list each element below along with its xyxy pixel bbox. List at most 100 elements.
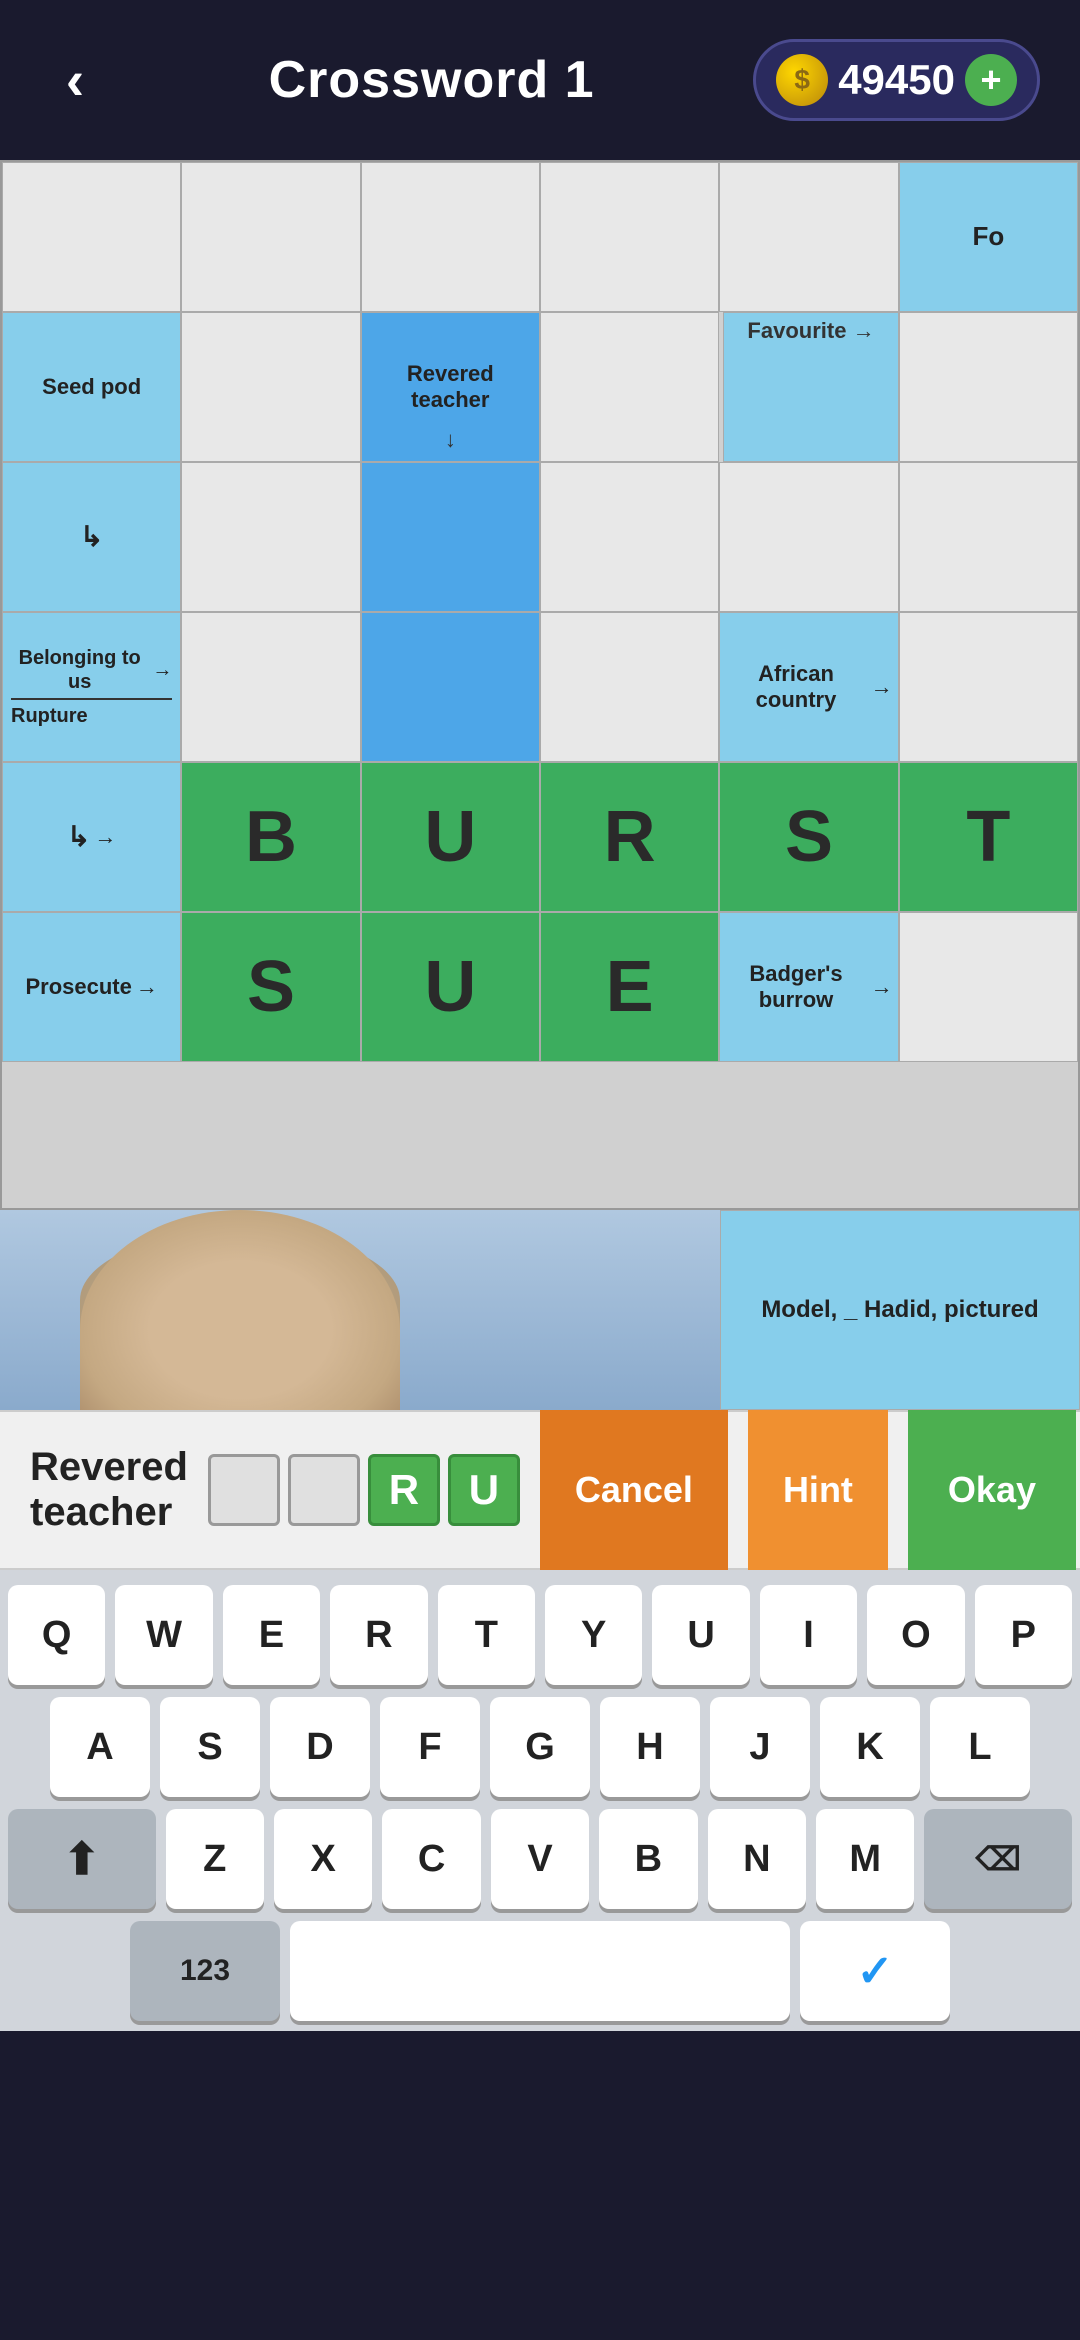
- active-clue-text: Revered teacher: [30, 1445, 188, 1535]
- cell-r3c4[interactable]: [540, 462, 719, 612]
- cell-r4c4[interactable]: [540, 612, 719, 762]
- key-S[interactable]: S: [160, 1697, 260, 1797]
- letter-U: U: [424, 796, 476, 878]
- cell-prosecute[interactable]: Prosecute →: [2, 912, 181, 1062]
- cell-r3c6[interactable]: [899, 462, 1078, 612]
- cell-r1c6-truncated: Fo: [899, 162, 1078, 312]
- key-N[interactable]: N: [708, 1809, 806, 1909]
- cell-B[interactable]: B: [181, 762, 360, 912]
- key-Y[interactable]: Y: [545, 1585, 642, 1685]
- answer-boxes: R U: [208, 1454, 520, 1526]
- key-Z[interactable]: Z: [166, 1809, 264, 1909]
- key-X[interactable]: X: [274, 1809, 372, 1909]
- cell-r1c4[interactable]: [540, 162, 719, 312]
- add-coins-button[interactable]: +: [965, 54, 1017, 106]
- cell-r3c1-arrow: ↳: [2, 462, 181, 612]
- key-Q[interactable]: Q: [8, 1585, 105, 1685]
- hint-button[interactable]: Hint: [748, 1410, 888, 1570]
- key-D[interactable]: D: [270, 1697, 370, 1797]
- cell-model-hadid[interactable]: Model, _ Hadid, pictured: [720, 1210, 1080, 1410]
- key-O[interactable]: O: [867, 1585, 964, 1685]
- rupture-divider: [11, 698, 172, 700]
- cell-r4c3-active[interactable]: [361, 612, 540, 762]
- cell-U2[interactable]: U: [361, 912, 540, 1062]
- cell-african-country[interactable]: African country →: [719, 612, 898, 762]
- cell-r2c6[interactable]: [899, 312, 1078, 462]
- belonging-label: Belonging to us →: [11, 646, 172, 694]
- key-P[interactable]: P: [975, 1585, 1072, 1685]
- cell-r6c6[interactable]: [899, 912, 1078, 1062]
- key-B[interactable]: B: [599, 1809, 697, 1909]
- grid-container: Fo Seed pod Revered teacher Favourite → …: [0, 160, 1080, 1210]
- answer-box-3[interactable]: R: [368, 1454, 440, 1526]
- african-country-label: African country: [725, 661, 866, 714]
- cell-S[interactable]: S: [719, 762, 898, 912]
- letter-U2: U: [424, 946, 476, 1028]
- space-key[interactable]: [290, 1921, 790, 2021]
- letter-S2: S: [247, 946, 295, 1028]
- answer-box-4[interactable]: U: [448, 1454, 520, 1526]
- favourite-arrow: →: [853, 318, 875, 343]
- back-arrow-icon: ‹: [66, 48, 84, 112]
- key-V[interactable]: V: [491, 1809, 589, 1909]
- key-W[interactable]: W: [115, 1585, 212, 1685]
- backspace-key[interactable]: ⌫: [924, 1809, 1072, 1909]
- cell-r1c2[interactable]: [181, 162, 360, 312]
- cancel-button[interactable]: Cancel: [540, 1410, 728, 1570]
- cell-T[interactable]: T: [899, 762, 1078, 912]
- key-H[interactable]: H: [600, 1697, 700, 1797]
- cell-seed-pod[interactable]: Seed pod: [2, 312, 181, 462]
- cell-favourite[interactable]: Favourite →: [723, 312, 898, 462]
- cell-r3c2[interactable]: [181, 462, 360, 612]
- cell-S2[interactable]: S: [181, 912, 360, 1062]
- cell-r4c6[interactable]: [899, 612, 1078, 762]
- back-button[interactable]: ‹: [40, 45, 110, 115]
- okay-button[interactable]: Okay: [908, 1410, 1076, 1570]
- key-C[interactable]: C: [382, 1809, 480, 1909]
- cell-R[interactable]: R: [540, 762, 719, 912]
- key-T[interactable]: T: [438, 1585, 535, 1685]
- cell-r3c3-active[interactable]: [361, 462, 540, 612]
- key-L[interactable]: L: [930, 1697, 1030, 1797]
- cell-r1c5[interactable]: [719, 162, 898, 312]
- keyboard: Q W E R T Y U I O P A S D F G H J K L ⬆ …: [0, 1570, 1080, 2031]
- cell-badgers-burrow[interactable]: Badger's burrow →: [719, 912, 898, 1062]
- numbers-key[interactable]: 123: [130, 1921, 280, 2021]
- favourite-label: Favourite: [747, 318, 846, 343]
- cell-r2c2[interactable]: [181, 312, 360, 462]
- cell-E[interactable]: E: [540, 912, 719, 1062]
- answer-box-2[interactable]: [288, 1454, 360, 1526]
- cell-r2c4[interactable]: [540, 312, 719, 462]
- letter-B: B: [245, 796, 297, 878]
- clue-input-bar: Revered teacher R U Cancel Hint Okay: [0, 1410, 1080, 1570]
- keyboard-row-3: ⬆ Z X C V B N M ⌫: [8, 1809, 1072, 1909]
- key-J[interactable]: J: [710, 1697, 810, 1797]
- photo-person: [80, 1210, 400, 1410]
- key-M[interactable]: M: [816, 1809, 914, 1909]
- key-U[interactable]: U: [652, 1585, 749, 1685]
- key-G[interactable]: G: [490, 1697, 590, 1797]
- african-arrow: →: [871, 674, 893, 700]
- cell-r5c1-arrow: ↳→: [2, 762, 181, 912]
- badgers-burrow-label: Badger's burrow: [725, 961, 866, 1014]
- cell-r1c3[interactable]: [361, 162, 540, 312]
- cell-U[interactable]: U: [361, 762, 540, 912]
- shift-key[interactable]: ⬆: [8, 1809, 156, 1909]
- answer-box-1[interactable]: [208, 1454, 280, 1526]
- key-R[interactable]: R: [330, 1585, 427, 1685]
- confirm-key[interactable]: ✓: [800, 1921, 950, 2021]
- cell-r1c1[interactable]: [2, 162, 181, 312]
- cell-r4c2[interactable]: [181, 612, 360, 762]
- key-I[interactable]: I: [760, 1585, 857, 1685]
- cell-belonging-rupture[interactable]: Belonging to us → Rupture: [2, 612, 181, 762]
- cell-r3c5[interactable]: [719, 462, 898, 612]
- top-bar: ‹ Crossword 1 $ 49450 +: [0, 0, 1080, 160]
- cell-revered-teacher[interactable]: Revered teacher: [361, 312, 540, 462]
- crossword-grid: Fo Seed pod Revered teacher Favourite → …: [0, 160, 1080, 1210]
- letter-T: T: [966, 796, 1010, 878]
- key-K[interactable]: K: [820, 1697, 920, 1797]
- key-F[interactable]: F: [380, 1697, 480, 1797]
- key-E[interactable]: E: [223, 1585, 320, 1685]
- key-A[interactable]: A: [50, 1697, 150, 1797]
- coin-icon: $: [776, 54, 828, 106]
